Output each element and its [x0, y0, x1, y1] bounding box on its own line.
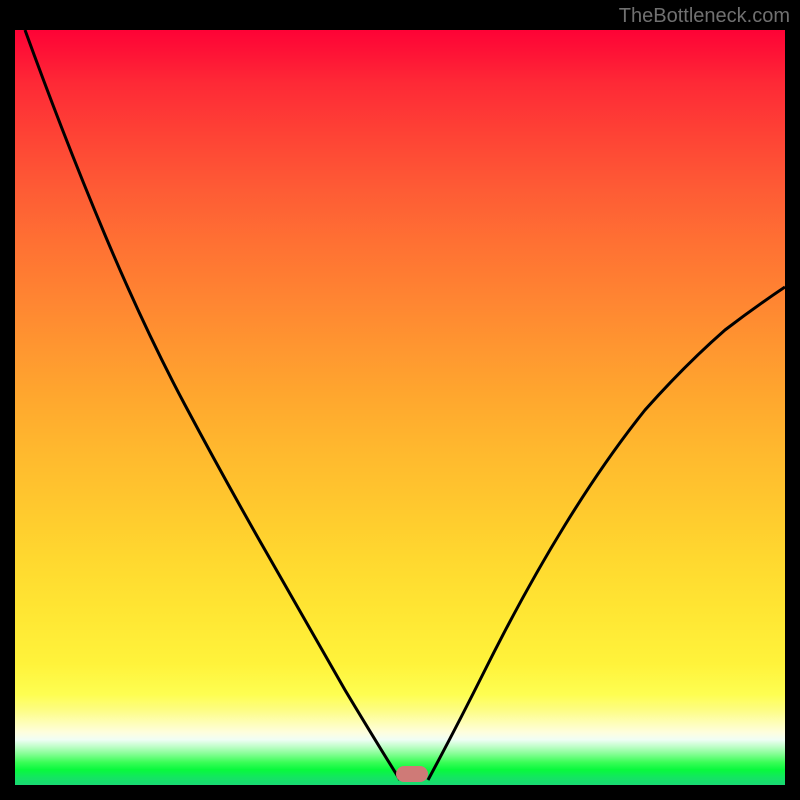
bottleneck-curve-right	[428, 287, 785, 780]
plot-area	[15, 30, 785, 785]
chart-svg	[15, 30, 785, 785]
watermark: TheBottleneck.com	[619, 5, 790, 28]
bottleneck-marker	[396, 766, 428, 782]
bottleneck-curve-left	[25, 30, 400, 780]
